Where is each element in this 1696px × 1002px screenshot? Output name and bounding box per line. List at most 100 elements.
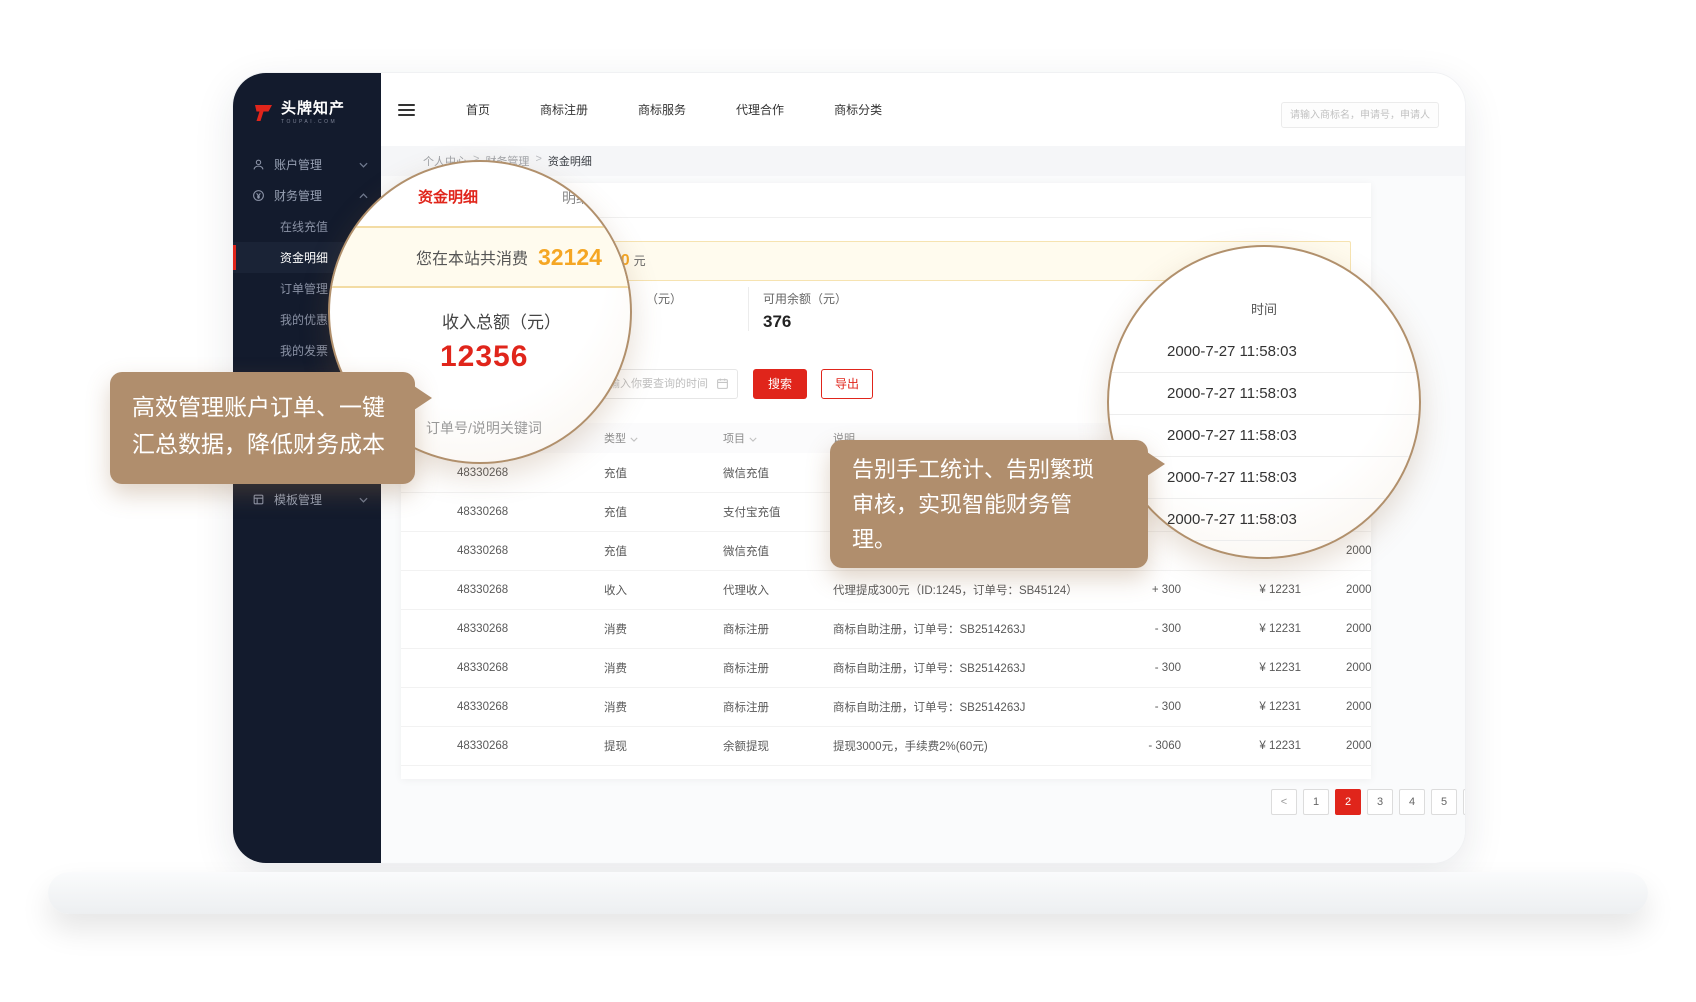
- sidebar-item-label: 我的发票: [280, 342, 328, 359]
- magnified-income-value: 12356: [440, 340, 528, 374]
- sidebar-item[interactable]: 模板管理: [233, 484, 381, 515]
- table-row: 48330268收入代理收入代理提成300元（ID:1245，订单号：SB451…: [401, 570, 1371, 610]
- breadcrumb-bar: 个人中心>财务管理>资金明细: [381, 146, 1465, 176]
- sidebar-item-label: 资金明细: [280, 249, 328, 266]
- stat-divider: [748, 287, 749, 331]
- cell-item: 支付宝充值: [723, 504, 833, 520]
- cell-type: 消费: [604, 660, 723, 676]
- laptop-base: [48, 872, 1648, 914]
- cell-time: 2000-7-27 11:58:03: [1346, 623, 1371, 635]
- nav-link[interactable]: 代理合作: [711, 101, 809, 118]
- magnified-income-label: 收入总额（元）: [442, 308, 561, 333]
- export-button[interactable]: 导出: [821, 369, 873, 399]
- logo-text: 头牌知产: [281, 101, 345, 117]
- magnified-banner-text: 您在本站共消费: [416, 245, 528, 269]
- pagination: <12345: [1271, 789, 1466, 815]
- cell-order: 48330268: [457, 623, 604, 635]
- logo: 头牌知产 TOUPAI.COM: [251, 101, 345, 125]
- user-icon: [252, 158, 266, 171]
- callout-right-text: 告别手工统计、告别繁琐审核，实现智能财务管理。: [830, 440, 1148, 569]
- chevron-down-icon[interactable]: [359, 162, 368, 168]
- cell-amount: - 300: [1081, 662, 1181, 674]
- breadcrumb-separator: >: [535, 153, 541, 169]
- cell-desc: 商标自助注册，订单号：SB2514263J: [833, 699, 1081, 715]
- magnified-time-header: 时间: [1109, 299, 1419, 318]
- magnified-banner-value: 32124: [538, 244, 602, 271]
- magnified-time-value: 2000-7-27 11:58:03: [1109, 331, 1419, 373]
- sidebar-item-label: 账户管理: [274, 156, 322, 173]
- trademark-search-input[interactable]: [1281, 102, 1439, 128]
- cell-desc: 商标自助注册，订单号：SB2514263J: [833, 660, 1081, 676]
- finance-icon: [252, 189, 266, 202]
- cell-item: 商标注册: [723, 699, 833, 715]
- cell-amount: - 3060: [1081, 740, 1181, 752]
- pagination-next-button[interactable]: [1463, 789, 1466, 815]
- magnified-tab-inactive: 明细: [562, 188, 590, 208]
- breadcrumb-item[interactable]: 资金明细: [548, 153, 592, 169]
- cell-item: 微信充值: [723, 543, 833, 559]
- expense-label-partial: （元）: [646, 290, 682, 307]
- table-row: 48330268消费商标注册商标自助注册，订单号：SB2514263J- 300…: [401, 609, 1371, 649]
- magnified-time-value: 2000-7-27 11:58:03: [1109, 373, 1419, 415]
- pagination-prev-button[interactable]: <: [1271, 789, 1297, 815]
- header-item[interactable]: 项目: [723, 430, 833, 446]
- chevron-down-icon[interactable]: [630, 437, 638, 442]
- nav-links: 首页商标注册商标服务代理合作商标分类: [441, 101, 907, 118]
- sidebar-item-label: 在线充值: [280, 218, 328, 235]
- cell-desc: 提现3000元，手续费2%(60元): [833, 738, 1081, 754]
- magnified-time-value: 2000-7-27 11:58:03: [1109, 499, 1419, 541]
- cell-order: 48330268: [457, 545, 604, 557]
- sidebar-item[interactable]: 账户管理: [233, 149, 381, 180]
- callout-line: 告别手工统计、告别繁琐: [852, 452, 1126, 487]
- pagination-page-1[interactable]: 1: [1303, 789, 1329, 815]
- callout-line: 汇总数据，降低财务成本: [132, 426, 393, 463]
- calendar-icon[interactable]: [716, 377, 729, 390]
- sidebar-item-label: 订单管理: [280, 280, 328, 297]
- callout-line: 审核，实现智能财务管: [852, 487, 1126, 522]
- pagination-page-3[interactable]: 3: [1367, 789, 1393, 815]
- top-navbar: 首页商标注册商标服务代理合作商标分类: [381, 73, 1465, 147]
- cell-item: 余额提现: [723, 738, 833, 754]
- nav-link[interactable]: 首页: [441, 101, 515, 118]
- marketing-mockup: 头牌知产 TOUPAI.COM 账户管理财务管理在线充值资金明细订单管理我的优惠…: [0, 0, 1696, 1002]
- cell-order: 48330268: [457, 662, 604, 674]
- nav-link[interactable]: 商标分类: [809, 101, 907, 118]
- callout-right: 告别手工统计、告别繁琐审核，实现智能财务管理。: [830, 440, 1148, 568]
- pagination-page-4[interactable]: 4: [1399, 789, 1425, 815]
- cell-type: 消费: [604, 621, 723, 637]
- table-row: 48330268消费商标注册商标自助注册，订单号：SB2514263J- 300…: [401, 648, 1371, 688]
- chevron-up-icon[interactable]: [359, 193, 368, 199]
- callout-left-text: 高效管理账户订单、一键汇总数据，降低财务成本: [110, 372, 415, 480]
- nav-link[interactable]: 商标注册: [515, 101, 613, 118]
- sidebar-item-label: 模板管理: [274, 491, 322, 508]
- cell-item: 代理收入: [723, 582, 833, 598]
- cell-type: 提现: [604, 738, 723, 754]
- cell-amount: - 300: [1081, 701, 1181, 713]
- logo-subtext: TOUPAI.COM: [281, 119, 345, 125]
- hamburger-menu-icon[interactable]: [398, 104, 415, 116]
- table-row: 48330268提现余额提现提现3000元，手续费2%(60元)- 3060¥ …: [401, 726, 1371, 766]
- balance-value: 376: [763, 312, 791, 332]
- cell-item: 微信充值: [723, 465, 833, 481]
- cell-balance: ¥ 12231: [1181, 701, 1301, 713]
- brand-flag-icon: [251, 101, 275, 125]
- cell-order: 48330268: [457, 506, 604, 518]
- search-button[interactable]: 搜索: [753, 369, 807, 399]
- sidebar-item[interactable]: 财务管理: [233, 180, 381, 211]
- cell-item: 商标注册: [723, 660, 833, 676]
- pagination-page-5[interactable]: 5: [1431, 789, 1457, 815]
- cell-type: 充值: [604, 504, 723, 520]
- chevron-down-icon[interactable]: [359, 497, 368, 503]
- cell-desc: 代理提成300元（ID:1245，订单号：SB45124）: [833, 582, 1081, 598]
- header-type[interactable]: 类型: [604, 430, 723, 446]
- chevron-down-icon[interactable]: [749, 437, 757, 442]
- magnified-time-value: 2000-7-27 11:58:03: [1109, 415, 1419, 457]
- cell-balance: ¥ 12231: [1181, 584, 1301, 596]
- pagination-page-2[interactable]: 2: [1335, 789, 1361, 815]
- cell-time: 2000-7-27 11:58:03: [1346, 584, 1371, 596]
- balance-label: 可用余额（元）: [763, 290, 847, 307]
- template-icon: [252, 493, 266, 506]
- nav-link[interactable]: 商标服务: [613, 101, 711, 118]
- cell-amount: + 300: [1081, 584, 1181, 596]
- cell-desc: 商标自助注册，订单号：SB2514263J: [833, 621, 1081, 637]
